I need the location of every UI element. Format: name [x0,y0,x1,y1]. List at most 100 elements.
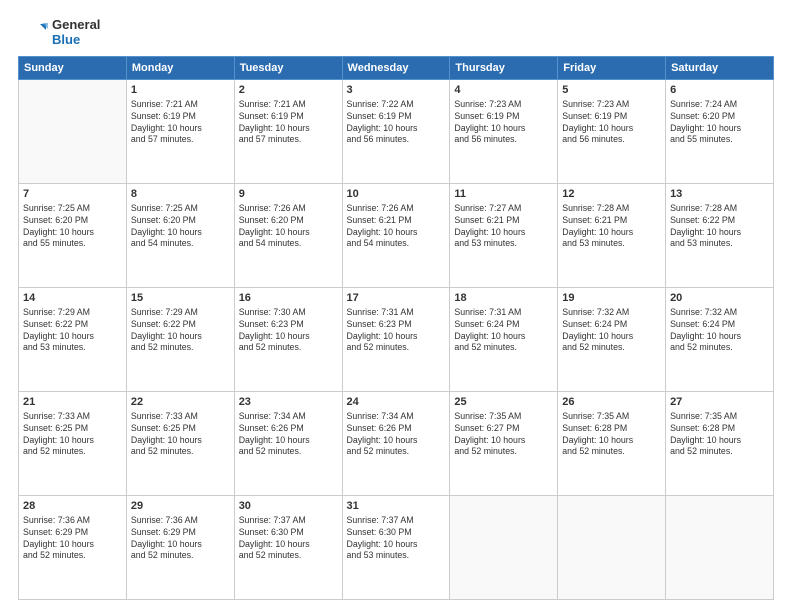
calendar-cell: 6Sunrise: 7:24 AMSunset: 6:20 PMDaylight… [666,80,774,184]
day-detail: Sunrise: 7:34 AMSunset: 6:26 PMDaylight:… [347,411,446,459]
day-detail: Sunrise: 7:24 AMSunset: 6:20 PMDaylight:… [670,99,769,147]
day-detail: Sunrise: 7:23 AMSunset: 6:19 PMDaylight:… [454,99,553,147]
calendar-cell: 12Sunrise: 7:28 AMSunset: 6:21 PMDayligh… [558,184,666,288]
day-detail: Sunrise: 7:34 AMSunset: 6:26 PMDaylight:… [239,411,338,459]
calendar-cell [666,496,774,600]
day-detail: Sunrise: 7:37 AMSunset: 6:30 PMDaylight:… [239,515,338,563]
day-number: 10 [347,187,446,202]
day-detail: Sunrise: 7:28 AMSunset: 6:22 PMDaylight:… [670,203,769,251]
calendar-cell: 1Sunrise: 7:21 AMSunset: 6:19 PMDaylight… [126,80,234,184]
day-detail: Sunrise: 7:25 AMSunset: 6:20 PMDaylight:… [131,203,230,251]
calendar-cell [19,80,127,184]
day-number: 1 [131,83,230,98]
calendar-cell [558,496,666,600]
day-number: 16 [239,291,338,306]
day-number: 19 [562,291,661,306]
day-number: 25 [454,395,553,410]
calendar-cell: 18Sunrise: 7:31 AMSunset: 6:24 PMDayligh… [450,288,558,392]
calendar-cell: 20Sunrise: 7:32 AMSunset: 6:24 PMDayligh… [666,288,774,392]
day-detail: Sunrise: 7:31 AMSunset: 6:24 PMDaylight:… [454,307,553,355]
day-number: 31 [347,499,446,514]
day-detail: Sunrise: 7:36 AMSunset: 6:29 PMDaylight:… [23,515,122,563]
calendar-cell: 10Sunrise: 7:26 AMSunset: 6:21 PMDayligh… [342,184,450,288]
day-number: 28 [23,499,122,514]
weekday-header-tuesday: Tuesday [234,57,342,80]
day-detail: Sunrise: 7:33 AMSunset: 6:25 PMDaylight:… [131,411,230,459]
calendar-cell: 24Sunrise: 7:34 AMSunset: 6:26 PMDayligh… [342,392,450,496]
day-number: 18 [454,291,553,306]
calendar-table: SundayMondayTuesdayWednesdayThursdayFrid… [18,56,774,600]
day-detail: Sunrise: 7:22 AMSunset: 6:19 PMDaylight:… [347,99,446,147]
calendar-cell: 13Sunrise: 7:28 AMSunset: 6:22 PMDayligh… [666,184,774,288]
day-number: 15 [131,291,230,306]
day-detail: Sunrise: 7:26 AMSunset: 6:21 PMDaylight:… [347,203,446,251]
calendar-cell: 27Sunrise: 7:35 AMSunset: 6:28 PMDayligh… [666,392,774,496]
day-detail: Sunrise: 7:21 AMSunset: 6:19 PMDaylight:… [239,99,338,147]
logo-general-text: General [52,18,100,33]
page: General Blue SundayMondayTuesdayWednesda… [0,0,792,612]
calendar-cell: 3Sunrise: 7:22 AMSunset: 6:19 PMDaylight… [342,80,450,184]
day-detail: Sunrise: 7:32 AMSunset: 6:24 PMDaylight:… [670,307,769,355]
day-number: 24 [347,395,446,410]
day-number: 3 [347,83,446,98]
day-detail: Sunrise: 7:31 AMSunset: 6:23 PMDaylight:… [347,307,446,355]
calendar-cell [450,496,558,600]
calendar-cell: 17Sunrise: 7:31 AMSunset: 6:23 PMDayligh… [342,288,450,392]
calendar-cell: 4Sunrise: 7:23 AMSunset: 6:19 PMDaylight… [450,80,558,184]
calendar-body: 1Sunrise: 7:21 AMSunset: 6:19 PMDaylight… [19,80,774,600]
day-detail: Sunrise: 7:33 AMSunset: 6:25 PMDaylight:… [23,411,122,459]
day-number: 2 [239,83,338,98]
day-detail: Sunrise: 7:36 AMSunset: 6:29 PMDaylight:… [131,515,230,563]
calendar-cell: 21Sunrise: 7:33 AMSunset: 6:25 PMDayligh… [19,392,127,496]
calendar-cell: 23Sunrise: 7:34 AMSunset: 6:26 PMDayligh… [234,392,342,496]
calendar-cell: 31Sunrise: 7:37 AMSunset: 6:30 PMDayligh… [342,496,450,600]
weekday-header-sunday: Sunday [19,57,127,80]
day-detail: Sunrise: 7:35 AMSunset: 6:28 PMDaylight:… [670,411,769,459]
weekday-header-monday: Monday [126,57,234,80]
day-detail: Sunrise: 7:29 AMSunset: 6:22 PMDaylight:… [131,307,230,355]
calendar-cell: 26Sunrise: 7:35 AMSunset: 6:28 PMDayligh… [558,392,666,496]
day-number: 8 [131,187,230,202]
calendar-cell: 15Sunrise: 7:29 AMSunset: 6:22 PMDayligh… [126,288,234,392]
calendar-cell: 9Sunrise: 7:26 AMSunset: 6:20 PMDaylight… [234,184,342,288]
calendar-week-5: 28Sunrise: 7:36 AMSunset: 6:29 PMDayligh… [19,496,774,600]
logo: General Blue [18,18,100,48]
calendar-cell: 19Sunrise: 7:32 AMSunset: 6:24 PMDayligh… [558,288,666,392]
day-number: 17 [347,291,446,306]
logo-blue-text: Blue [52,33,100,48]
day-number: 20 [670,291,769,306]
calendar-cell: 14Sunrise: 7:29 AMSunset: 6:22 PMDayligh… [19,288,127,392]
weekday-header-saturday: Saturday [666,57,774,80]
calendar-week-3: 14Sunrise: 7:29 AMSunset: 6:22 PMDayligh… [19,288,774,392]
day-detail: Sunrise: 7:23 AMSunset: 6:19 PMDaylight:… [562,99,661,147]
calendar-cell: 29Sunrise: 7:36 AMSunset: 6:29 PMDayligh… [126,496,234,600]
day-detail: Sunrise: 7:37 AMSunset: 6:30 PMDaylight:… [347,515,446,563]
calendar-cell: 5Sunrise: 7:23 AMSunset: 6:19 PMDaylight… [558,80,666,184]
header: General Blue [18,18,774,48]
day-number: 27 [670,395,769,410]
day-detail: Sunrise: 7:28 AMSunset: 6:21 PMDaylight:… [562,203,661,251]
calendar-cell: 2Sunrise: 7:21 AMSunset: 6:19 PMDaylight… [234,80,342,184]
day-number: 7 [23,187,122,202]
day-number: 13 [670,187,769,202]
weekday-header-wednesday: Wednesday [342,57,450,80]
calendar-header-row: SundayMondayTuesdayWednesdayThursdayFrid… [19,57,774,80]
day-number: 4 [454,83,553,98]
day-detail: Sunrise: 7:27 AMSunset: 6:21 PMDaylight:… [454,203,553,251]
weekday-header-thursday: Thursday [450,57,558,80]
day-number: 11 [454,187,553,202]
day-number: 5 [562,83,661,98]
calendar-week-4: 21Sunrise: 7:33 AMSunset: 6:25 PMDayligh… [19,392,774,496]
calendar-cell: 7Sunrise: 7:25 AMSunset: 6:20 PMDaylight… [19,184,127,288]
day-detail: Sunrise: 7:21 AMSunset: 6:19 PMDaylight:… [131,99,230,147]
day-number: 22 [131,395,230,410]
day-detail: Sunrise: 7:25 AMSunset: 6:20 PMDaylight:… [23,203,122,251]
calendar-cell: 28Sunrise: 7:36 AMSunset: 6:29 PMDayligh… [19,496,127,600]
day-number: 21 [23,395,122,410]
day-detail: Sunrise: 7:29 AMSunset: 6:22 PMDaylight:… [23,307,122,355]
day-detail: Sunrise: 7:35 AMSunset: 6:27 PMDaylight:… [454,411,553,459]
calendar-cell: 11Sunrise: 7:27 AMSunset: 6:21 PMDayligh… [450,184,558,288]
day-number: 9 [239,187,338,202]
calendar-cell: 8Sunrise: 7:25 AMSunset: 6:20 PMDaylight… [126,184,234,288]
calendar-cell: 16Sunrise: 7:30 AMSunset: 6:23 PMDayligh… [234,288,342,392]
